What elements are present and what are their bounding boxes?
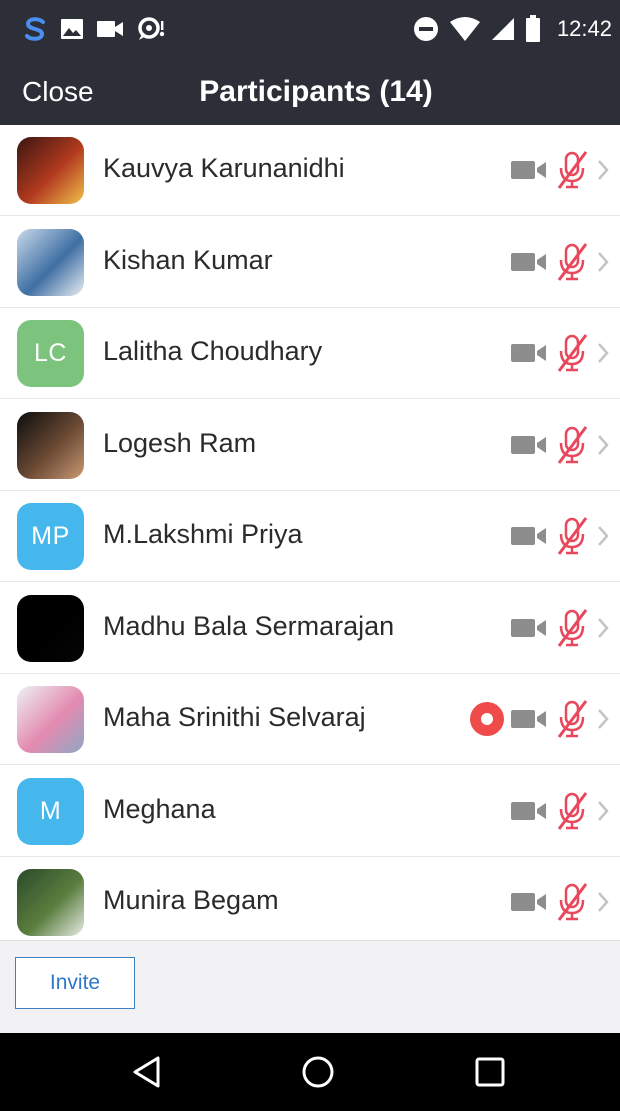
mic-muted-icon[interactable] (554, 608, 590, 648)
mic-muted-icon[interactable] (554, 150, 590, 190)
participant-row[interactable]: Kishan Kumar (0, 217, 620, 308)
chevron-right-icon[interactable] (596, 616, 610, 640)
participant-row[interactable]: Maha Srinithi Selvaraj (0, 674, 620, 765)
participant-name: Logesh Ram (103, 427, 257, 458)
participant-status-icons (510, 242, 610, 282)
wifi-icon (449, 17, 480, 41)
participant-row[interactable]: M Meghana (0, 766, 620, 857)
do-not-disturb-icon (413, 17, 438, 41)
status-bar: 12:42 (0, 0, 620, 58)
participant-row[interactable]: MP M.Lakshmi Priya (0, 491, 620, 582)
participant-name: Lalitha Choudhary (103, 336, 323, 366)
mic-muted-icon[interactable] (554, 333, 590, 373)
chevron-right-icon[interactable] (596, 799, 610, 823)
back-button[interactable] (127, 1052, 167, 1092)
participant-row[interactable]: LC Lalitha Choudhary (0, 308, 620, 399)
avatar (17, 137, 84, 204)
participant-row[interactable]: Madhu Bala Sermarajan (0, 583, 620, 674)
participant-list[interactable]: Kauvya Karunanidhi Kishan Kumar LC Lalitha … (0, 125, 620, 940)
participant-row[interactable]: Logesh Ram (0, 400, 620, 491)
image-icon (61, 19, 83, 39)
participant-name: Kauvya Karunanidhi (103, 153, 345, 183)
chevron-right-icon[interactable] (596, 250, 610, 274)
video-camera-icon (97, 21, 123, 37)
video-off-icon[interactable] (510, 616, 548, 640)
footer: Invite (0, 940, 620, 1033)
participant-status-icons (510, 791, 610, 831)
home-icon (302, 1056, 334, 1088)
participant-status-icons (510, 608, 610, 648)
avatar (17, 228, 84, 296)
video-off-icon[interactable] (510, 433, 548, 457)
participant-row[interactable]: Munira Begam (0, 857, 620, 940)
avatar (17, 686, 84, 753)
video-off-icon[interactable] (510, 707, 548, 731)
recents-button[interactable] (470, 1052, 510, 1092)
participant-name: Kishan Kumar (103, 244, 273, 275)
participant-status-icons (510, 425, 610, 465)
page-title: Participants (14) (199, 75, 433, 108)
chevron-right-icon[interactable] (596, 341, 610, 365)
participant-row[interactable]: Kauvya Karunanidhi (0, 125, 620, 216)
avatar: MP (17, 503, 84, 570)
participant-status-icons (470, 699, 610, 739)
recording-icon (470, 702, 504, 736)
mic-muted-icon[interactable] (554, 699, 590, 739)
video-off-icon[interactable] (510, 250, 548, 274)
avatar: M (17, 777, 84, 845)
mic-muted-icon[interactable] (554, 425, 590, 465)
s-logo-icon (25, 17, 45, 41)
mic-muted-icon[interactable] (554, 882, 590, 922)
mic-muted-icon[interactable] (554, 791, 590, 831)
participant-status-icons (510, 516, 610, 556)
participant-name: Madhu Bala Sermarajan (103, 610, 395, 641)
chevron-right-icon[interactable] (596, 890, 610, 914)
home-button[interactable] (298, 1052, 338, 1092)
chevron-right-icon[interactable] (596, 707, 610, 731)
participant-status-icons (510, 150, 610, 190)
back-icon (133, 1056, 160, 1088)
participant-name: Munira Begam (103, 885, 279, 915)
chat-bubble-icon (138, 17, 165, 40)
video-off-icon[interactable] (510, 890, 548, 914)
video-off-icon[interactable] (510, 158, 548, 182)
chevron-right-icon[interactable] (596, 158, 610, 182)
battery-icon (525, 15, 540, 42)
mic-muted-icon[interactable] (554, 242, 590, 282)
chevron-right-icon[interactable] (596, 433, 610, 457)
participant-name: M.Lakshmi Priya (103, 519, 303, 549)
invite-button[interactable]: Invite (15, 957, 135, 1009)
avatar: LC (17, 320, 84, 387)
status-left-icons (22, 14, 166, 44)
status-time: 12:42 (556, 16, 612, 41)
participant-name: Meghana (103, 793, 216, 824)
recents-icon (475, 1057, 505, 1087)
video-off-icon[interactable] (510, 799, 548, 823)
chevron-right-icon[interactable] (596, 524, 610, 548)
participant-name: Maha Srinithi Selvaraj (103, 702, 366, 732)
avatar (17, 594, 84, 662)
avatar (17, 869, 84, 936)
participant-status-icons (510, 882, 610, 922)
header: Close Participants (14) (0, 58, 620, 125)
video-off-icon[interactable] (510, 524, 548, 548)
video-off-icon[interactable] (510, 341, 548, 365)
status-right-icons: 12:42 (413, 14, 612, 44)
signal-icon (491, 18, 514, 40)
mic-muted-icon[interactable] (554, 516, 590, 556)
android-nav-bar (0, 1033, 620, 1111)
avatar (17, 411, 84, 479)
participant-status-icons (510, 333, 610, 373)
